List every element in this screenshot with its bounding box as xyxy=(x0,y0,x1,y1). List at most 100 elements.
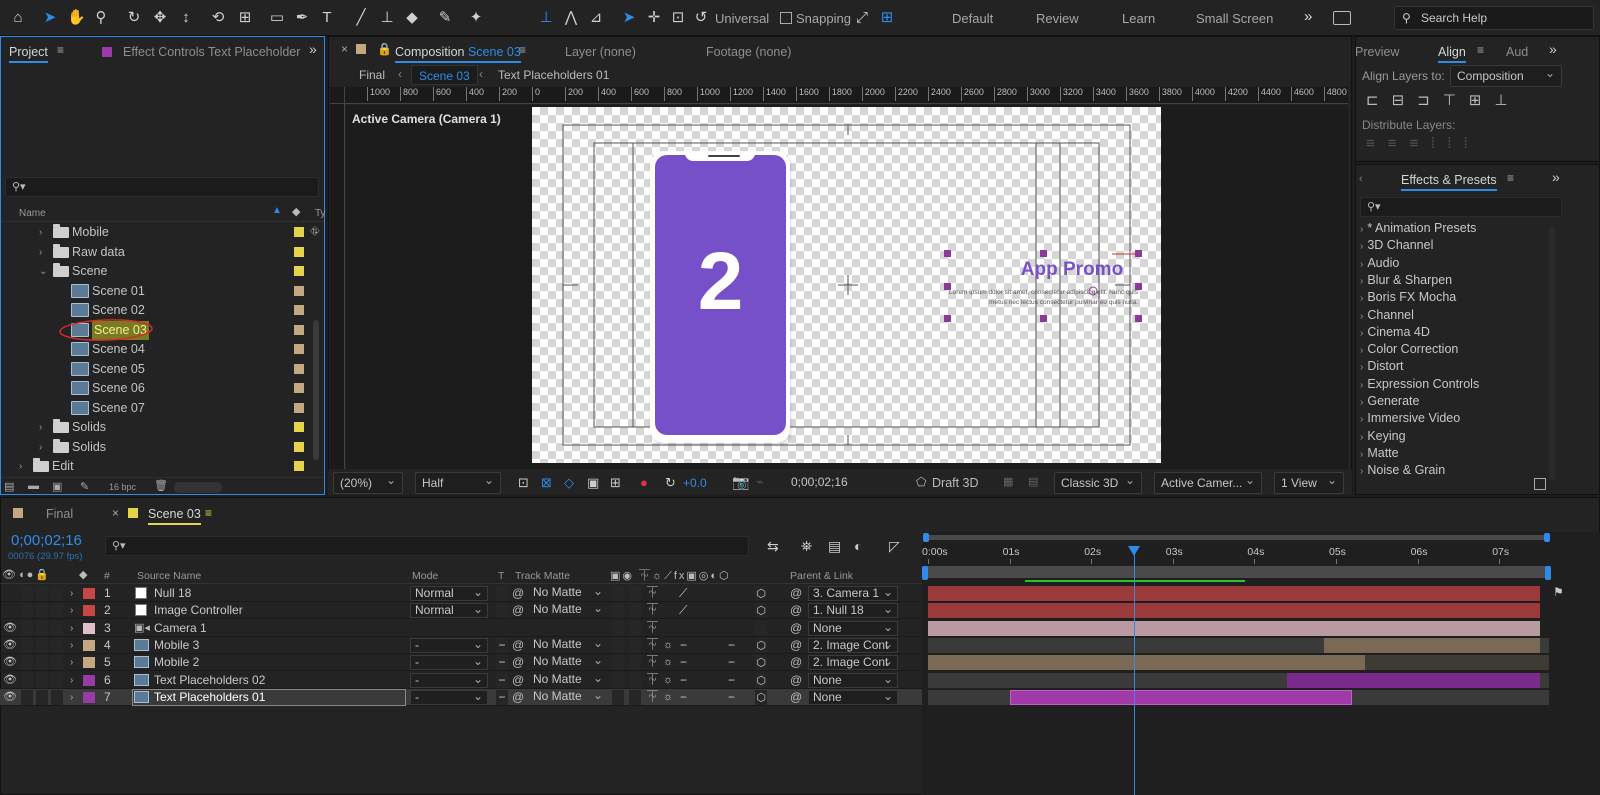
region-of-interest-icon[interactable]: ⊡ xyxy=(518,475,529,491)
chevron-right-icon[interactable]: › xyxy=(39,223,42,242)
layer-name[interactable]: Mobile 2 xyxy=(154,654,199,671)
collapse-switch[interactable] xyxy=(629,689,641,705)
search-help-input[interactable]: ⚲ Search Help xyxy=(1394,6,1594,30)
blend-mode-dropdown[interactable]: Normal ⌄ xyxy=(410,586,488,601)
trash-icon[interactable]: 🗑 xyxy=(154,479,168,492)
close-icon[interactable]: × xyxy=(341,42,348,56)
shy-icon[interactable]: ⏇ xyxy=(647,637,658,654)
selection-icon[interactable]: ➤ xyxy=(41,9,59,27)
eraser-icon[interactable]: ◆ xyxy=(403,9,421,27)
collapse-transformations-icon[interactable]: ☼ xyxy=(663,637,673,654)
label-swatch[interactable] xyxy=(294,441,304,452)
timeline-layer-row[interactable]: › 1 Null 18 Normal ⌄ @ No Matte ⌄ ⏇ ⟋ ⬡ @3. Camera … xyxy=(0,585,922,602)
audio-toggle[interactable] xyxy=(21,620,33,636)
interpret-footage-icon[interactable]: ▤ xyxy=(4,480,14,493)
toggle-guides-icon[interactable]: ▣ xyxy=(587,475,599,491)
chevron-right-icon[interactable]: › xyxy=(19,457,22,476)
label-swatch[interactable] xyxy=(294,305,304,315)
audio-toggle[interactable] xyxy=(21,689,33,705)
panel-menu-icon[interactable]: ≡ xyxy=(205,506,212,520)
av-switches-icons[interactable]: 👁◖●🔒 xyxy=(2,568,51,581)
preserve-transparency-toggle[interactable] xyxy=(496,586,508,601)
reset-exposure-icon[interactable]: ↻ xyxy=(665,475,676,491)
audio-toggle[interactable] xyxy=(21,637,33,653)
camera-view-dropdown[interactable]: Active Camer... xyxy=(1154,470,1262,494)
frame-blend-icon[interactable]: − xyxy=(728,672,735,689)
move-icon[interactable]: ✛ xyxy=(645,9,663,27)
close-icon[interactable]: × xyxy=(112,506,119,520)
grid-icon[interactable]: ⊞ xyxy=(610,475,621,491)
shy-icon[interactable]: ⏇ xyxy=(647,672,658,689)
parent-pickwhip-icon[interactable]: @ xyxy=(790,620,802,637)
project-comp-item[interactable]: Scene 01 xyxy=(1,282,323,301)
quality-icon[interactable]: − xyxy=(680,689,687,706)
track-matte-pickwhip-icon[interactable]: @ xyxy=(512,602,524,619)
project-settings-icon[interactable]: ✎ xyxy=(80,480,89,493)
layer-duration-bar[interactable] xyxy=(1323,637,1540,653)
parent-dropdown[interactable]: None ⌄ xyxy=(808,689,898,705)
thumbnail-slider[interactable] xyxy=(174,482,222,493)
column-t[interactable]: T xyxy=(498,570,504,582)
comp-button-icon[interactable]: ⚑ xyxy=(1553,585,1564,599)
pan-behind-icon[interactable]: ⊞ xyxy=(236,9,254,27)
bpc-label[interactable]: 16 bpc xyxy=(109,482,136,492)
project-search-input[interactable]: ⚲▾ xyxy=(5,177,319,197)
flowchart-icon[interactable]: ⛗ xyxy=(310,224,320,239)
new-preset-icon[interactable] xyxy=(1534,478,1546,490)
3d-layer-icon[interactable]: ⬡ xyxy=(755,655,767,671)
new-folder-icon[interactable]: ▬ xyxy=(28,480,39,492)
effects-category[interactable]: › Keying xyxy=(1360,428,1560,445)
preserve-transparency-toggle[interactable] xyxy=(496,603,508,619)
parent-dropdown[interactable]: 2. Image Cont ⌄ xyxy=(808,637,898,653)
panel-menu-icon[interactable]: ≡ xyxy=(1477,43,1484,57)
label-column-icon[interactable]: ◆ xyxy=(79,568,87,581)
chevron-right-icon[interactable]: › xyxy=(70,620,73,637)
effects-category[interactable]: › Noise & Grain xyxy=(1360,462,1560,479)
workspace-small-screen[interactable]: Small Screen xyxy=(1196,11,1273,26)
renderer-dropdown[interactable]: Classic 3D xyxy=(1054,470,1142,494)
work-area-start-handle[interactable] xyxy=(922,566,928,580)
effects-category[interactable]: › Color Correction xyxy=(1360,341,1560,358)
workspace-learn[interactable]: Learn xyxy=(1122,11,1155,26)
layer-duration-bar[interactable] xyxy=(928,655,1365,671)
effects-category[interactable]: › Channel xyxy=(1360,307,1560,324)
label-swatch[interactable] xyxy=(294,402,304,413)
project-comp-item[interactable]: Scene 07 xyxy=(1,399,323,418)
effects-category[interactable]: › Blur & Sharpen xyxy=(1360,272,1560,289)
shy-icon[interactable]: ⏇ xyxy=(647,654,658,671)
parent-dropdown[interactable]: 3. Camera 1 ⌄ xyxy=(808,586,898,601)
column-type[interactable]: Ty xyxy=(315,208,326,219)
panel-menu-icon[interactable]: ≡ xyxy=(57,43,64,57)
effects-category[interactable]: › Immersive Video xyxy=(1360,410,1560,427)
solo-toggle[interactable] xyxy=(36,620,48,636)
lock-toggle[interactable] xyxy=(51,586,63,601)
timeline-layer-row[interactable]: 👁 › 3 ▣◂ Camera 1 ⏇ @ None ⌄ xyxy=(0,620,922,637)
chevron-right-icon[interactable]: › xyxy=(70,585,73,602)
shy-icon[interactable]: ⏇ xyxy=(647,689,658,706)
roto-brush-icon[interactable]: ✎ xyxy=(436,9,454,27)
resolution-dropdown[interactable]: Half xyxy=(415,470,501,494)
rotate-3d-icon[interactable]: ↺ xyxy=(692,9,710,27)
tab-preview[interactable]: Preview xyxy=(1355,45,1399,59)
collapse-switch[interactable] xyxy=(629,637,641,653)
sort-ascending-icon[interactable]: ▲ xyxy=(272,205,282,216)
views-dropdown[interactable]: 1 View xyxy=(1274,470,1344,494)
zoom-dropdown[interactable]: (20%) xyxy=(333,470,403,494)
parent-pickwhip-icon[interactable]: @ xyxy=(790,602,802,619)
layer-duration-bar[interactable] xyxy=(928,586,1540,601)
workspace-default[interactable]: Default xyxy=(952,11,993,26)
tab-effect-controls[interactable]: Effect Controls Text Placeholder xyxy=(123,45,300,59)
effects-category[interactable]: › Distort xyxy=(1360,358,1560,375)
project-folder[interactable]: › Edit xyxy=(1,457,323,476)
shy-switch[interactable] xyxy=(612,672,624,688)
quality-line-icon[interactable]: ⟋ xyxy=(679,602,687,619)
tab-effects-presets[interactable]: Effects & Presets xyxy=(1401,173,1497,191)
track-matte-dropdown[interactable]: No Matte ⌄ xyxy=(529,636,607,653)
solo-toggle[interactable] xyxy=(36,672,48,688)
collapse-switch[interactable] xyxy=(629,603,641,619)
track-matte-pickwhip-icon[interactable]: @ xyxy=(512,689,524,706)
3d-layer-icon[interactable] xyxy=(755,620,767,636)
track-matte-pickwhip-icon[interactable]: @ xyxy=(512,637,524,654)
layer-name[interactable]: Camera 1 xyxy=(154,620,207,637)
parent-dropdown[interactable]: None ⌄ xyxy=(808,620,898,636)
